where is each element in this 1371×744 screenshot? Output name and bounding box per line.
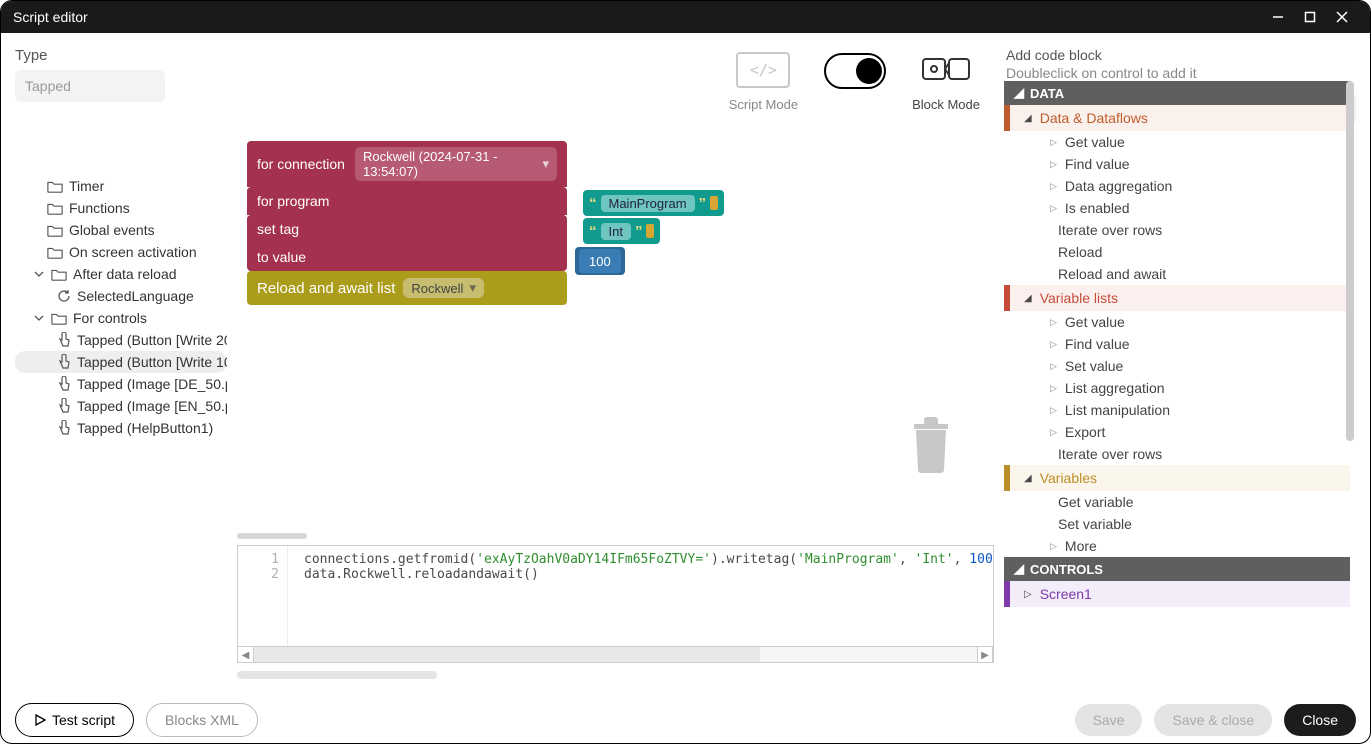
- program-slot[interactable]: “MainProgram”: [583, 190, 724, 216]
- tap-icon: [57, 332, 71, 348]
- block-mode-icon: [921, 51, 971, 90]
- tree-global-events[interactable]: Global events: [15, 219, 227, 241]
- code-gutter: 12: [238, 546, 288, 646]
- palette-item[interactable]: ▷Get value: [1004, 311, 1350, 333]
- folder-icon: [47, 201, 63, 215]
- palette-item[interactable]: ▷More: [1004, 535, 1350, 557]
- tree-sidebar: Timer Functions Global events On screen …: [15, 131, 227, 679]
- block-set-tag-label: set tag: [257, 221, 347, 237]
- section-data[interactable]: ◢DATA: [1004, 81, 1350, 105]
- reload-await-block[interactable]: Reload and await list Rockwell▾: [247, 271, 567, 305]
- group-variable-lists[interactable]: ◢Variable lists: [1004, 285, 1350, 311]
- save-close-button[interactable]: Save & close: [1154, 704, 1272, 736]
- group-screen1[interactable]: ▷Screen1: [1004, 581, 1350, 607]
- add-block-subtitle: Doubleclick on control to add it: [1006, 65, 1356, 81]
- code-editor[interactable]: 12 connections.getfromid('exAyTzOahV0aDY…: [237, 545, 994, 647]
- block-for-connection-label: for connection: [257, 156, 347, 172]
- palette-item[interactable]: ▷Find value: [1004, 333, 1350, 355]
- script-mode-label: Script Mode: [729, 97, 798, 112]
- palette-scrollbar[interactable]: [1346, 81, 1354, 441]
- tap-icon: [57, 420, 71, 436]
- palette-item[interactable]: ▷Data aggregation: [1004, 175, 1350, 197]
- code-hscrollbar[interactable]: ◀ ▶: [237, 647, 994, 663]
- folder-icon: [47, 179, 63, 193]
- scroll-left-button[interactable]: ◀: [238, 647, 254, 663]
- tree-functions[interactable]: Functions: [15, 197, 227, 219]
- tree-after-data-reload[interactable]: After data reload: [15, 263, 227, 285]
- tree-tapped-item[interactable]: Tapped (Button [Write 10: [15, 351, 227, 373]
- block-mode-option[interactable]: Block Mode: [912, 47, 980, 112]
- palette-item[interactable]: Set variable: [1004, 513, 1350, 535]
- connection-chip[interactable]: Rockwell (2024-07-31 - 13:54:07)▾: [355, 147, 557, 181]
- test-script-button[interactable]: Test script: [15, 703, 134, 737]
- tree-tapped-item[interactable]: Tapped (Button [Write 20: [15, 329, 227, 351]
- tree-on-screen-activation[interactable]: On screen activation: [15, 241, 227, 263]
- tree-for-controls[interactable]: For controls: [15, 307, 227, 329]
- folder-icon: [51, 267, 67, 281]
- minimize-button[interactable]: [1262, 1, 1294, 33]
- tree-tapped-item[interactable]: Tapped (Image [DE_50.p: [15, 373, 227, 395]
- group-variables[interactable]: ◢Variables: [1004, 465, 1350, 491]
- type-input[interactable]: [15, 70, 165, 102]
- reload-icon: [57, 289, 71, 303]
- chevron-down-icon: [33, 269, 45, 279]
- bottom-scrollbar[interactable]: [237, 671, 437, 679]
- tap-icon: [57, 376, 71, 392]
- window-title: Script editor: [13, 9, 88, 25]
- palette-item[interactable]: Reload and await: [1004, 263, 1350, 285]
- blocks-xml-button[interactable]: Blocks XML: [146, 703, 258, 737]
- dropdown-caret-icon: ▾: [542, 156, 549, 172]
- titlebar: Script editor: [1, 1, 1370, 33]
- block-canvas[interactable]: for connection Rockwell (2024-07-31 - 13…: [237, 131, 994, 533]
- tree-tapped-item[interactable]: Tapped (HelpButton1): [15, 417, 227, 439]
- dropdown-caret-icon: ▾: [469, 280, 476, 296]
- folder-icon: [47, 245, 63, 259]
- trash-icon[interactable]: [910, 416, 952, 477]
- palette-item[interactable]: ▷Find value: [1004, 153, 1350, 175]
- script-mode-icon: </>: [736, 52, 790, 88]
- value-slot-outer[interactable]: 100: [575, 247, 625, 275]
- group-data-dataflows[interactable]: ◢Data & Dataflows: [1004, 105, 1350, 131]
- palette-item[interactable]: ▷Get value: [1004, 131, 1350, 153]
- type-label: Type: [15, 47, 215, 64]
- reload-list-chip[interactable]: Rockwell▾: [403, 278, 484, 298]
- script-mode-option[interactable]: </> Script Mode: [729, 47, 798, 112]
- block-mode-label: Block Mode: [912, 97, 980, 112]
- add-block-title: Add code block: [1006, 47, 1356, 63]
- block-stack[interactable]: for connection Rockwell (2024-07-31 - 13…: [247, 141, 567, 305]
- palette-item[interactable]: ▷List aggregation: [1004, 377, 1350, 399]
- close-window-button[interactable]: [1326, 1, 1358, 33]
- tag-slot[interactable]: “Int”: [583, 218, 660, 244]
- palette-item[interactable]: Iterate over rows: [1004, 219, 1350, 241]
- palette-item[interactable]: ▷Is enabled: [1004, 197, 1350, 219]
- play-icon: [34, 714, 46, 726]
- palette-item[interactable]: Reload: [1004, 241, 1350, 263]
- value-number[interactable]: 100: [579, 249, 621, 273]
- palette-item[interactable]: Get variable: [1004, 491, 1350, 513]
- tap-icon: [57, 354, 71, 370]
- mode-toggle[interactable]: [824, 47, 886, 89]
- tree-tapped-item[interactable]: Tapped (Image [EN_50.p: [15, 395, 227, 417]
- palette-item[interactable]: Iterate over rows: [1004, 443, 1350, 465]
- tree-timer[interactable]: Timer: [15, 175, 227, 197]
- scroll-right-button[interactable]: ▶: [977, 647, 993, 663]
- close-button[interactable]: Close: [1284, 704, 1356, 736]
- tree-selected-language[interactable]: SelectedLanguage: [15, 285, 227, 307]
- code-content[interactable]: connections.getfromid('exAyTzOahV0aDY14I…: [288, 546, 993, 646]
- palette-item[interactable]: ▷Set value: [1004, 355, 1350, 377]
- palette-item[interactable]: ▷Export: [1004, 421, 1350, 443]
- maximize-button[interactable]: [1294, 1, 1326, 33]
- section-controls[interactable]: ◢CONTROLS: [1004, 557, 1350, 581]
- palette-item[interactable]: ▷List manipulation: [1004, 399, 1350, 421]
- canvas-scrollbar[interactable]: [237, 533, 994, 543]
- chevron-down-icon: [33, 313, 45, 323]
- folder-icon: [47, 223, 63, 237]
- block-for-program-label: for program: [257, 193, 347, 209]
- block-to-value-label: to value: [257, 249, 347, 265]
- folder-icon: [51, 311, 67, 325]
- save-button[interactable]: Save: [1075, 704, 1143, 736]
- tap-icon: [57, 398, 71, 414]
- block-palette[interactable]: ◢DATA ◢Data & Dataflows ▷Get value ▷Find…: [1004, 81, 1356, 607]
